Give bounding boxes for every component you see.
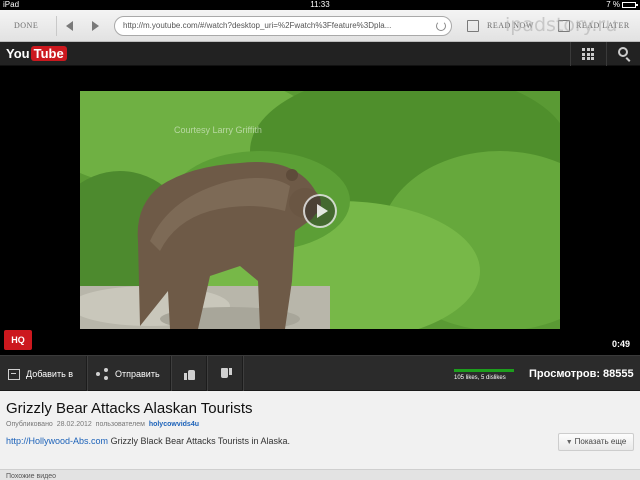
add-to-button[interactable]: Добавить в bbox=[0, 356, 73, 392]
thumbs-up-icon bbox=[184, 368, 196, 380]
battery-percent: 7 % bbox=[606, 0, 620, 9]
view-count: Просмотров: 88555 bbox=[529, 368, 634, 380]
back-arrow-icon[interactable] bbox=[64, 19, 78, 33]
hq-button[interactable]: HQ bbox=[4, 330, 32, 350]
action-divider bbox=[170, 356, 171, 392]
video-title: Grizzly Bear Attacks Alaskan Tourists bbox=[6, 400, 253, 417]
read-now-icon[interactable] bbox=[467, 20, 479, 32]
action-bar: Добавить в Отправить 105 likes, 5 dislik… bbox=[0, 355, 640, 392]
url-field[interactable]: http://m.youtube.com/#/watch?desktop_uri… bbox=[114, 16, 452, 36]
ratings-text: 105 likes, 5 dislikes bbox=[454, 375, 506, 381]
logo-tube-text: Tube bbox=[30, 46, 67, 61]
battery-status: 7 % bbox=[606, 0, 638, 10]
video-info: Grizzly Bear Attacks Alaskan Tourists Оп… bbox=[0, 391, 640, 480]
page: iPad 11:33 7 % DONE http://m.youtube.com… bbox=[0, 0, 640, 480]
action-divider bbox=[206, 356, 207, 392]
published-label: Опубликовано bbox=[6, 421, 53, 428]
share-button[interactable]: Отправить bbox=[88, 356, 160, 392]
video-caption: Courtesy Larry Griffith bbox=[174, 125, 262, 135]
related-videos-title: Похожие видео bbox=[6, 473, 57, 480]
action-divider bbox=[86, 356, 87, 392]
forward-arrow-icon[interactable] bbox=[88, 19, 102, 33]
youtube-logo[interactable]: You Tube bbox=[6, 46, 67, 61]
published-date: 28.02.2012 bbox=[56, 421, 92, 428]
toolbar-divider bbox=[56, 16, 57, 36]
thumbs-down-icon bbox=[220, 368, 232, 380]
play-icon[interactable] bbox=[303, 194, 337, 228]
show-more-label: Показать еще bbox=[574, 437, 627, 446]
video-meta: Опубликовано 28.02.2012 пользователем ho… bbox=[6, 421, 199, 428]
status-bar: iPad 11:33 7 % bbox=[0, 0, 640, 10]
ratings: 105 likes, 5 dislikes bbox=[454, 369, 514, 381]
add-to-label: Добавить в bbox=[26, 369, 74, 379]
by-label: пользователем bbox=[95, 421, 145, 428]
search-icon[interactable] bbox=[618, 47, 628, 57]
chevron-down-icon: ▼ bbox=[565, 439, 573, 446]
description-text: Grizzly Black Bear Attacks Tourists in A… bbox=[110, 436, 290, 446]
dislike-button[interactable] bbox=[212, 356, 232, 392]
author-link[interactable]: holycowvids4u bbox=[149, 421, 199, 428]
show-more-button[interactable]: ▼ Показать еще bbox=[558, 433, 634, 451]
done-button[interactable]: DONE bbox=[14, 21, 38, 30]
share-label: Отправить bbox=[115, 369, 160, 379]
browser-toolbar: DONE http://m.youtube.com/#/watch?deskto… bbox=[0, 10, 640, 42]
video-duration: 0:49 bbox=[611, 339, 630, 349]
header-divider bbox=[606, 42, 607, 66]
header-divider bbox=[570, 42, 571, 66]
like-button[interactable] bbox=[176, 356, 196, 392]
description-link[interactable]: http://Hollywood-Abs.com bbox=[6, 436, 108, 446]
refresh-icon[interactable] bbox=[436, 21, 446, 31]
youtube-header: You Tube bbox=[0, 42, 640, 66]
grid-menu-icon[interactable] bbox=[582, 48, 594, 60]
related-videos-header: Похожие видео bbox=[0, 469, 640, 480]
add-to-icon bbox=[8, 368, 20, 380]
battery-icon bbox=[622, 2, 638, 8]
watermark: ipadstory.ru bbox=[505, 14, 618, 36]
ratings-bar bbox=[454, 369, 514, 372]
video-description: http://Hollywood-Abs.com Grizzly Black B… bbox=[6, 436, 290, 446]
video-player[interactable]: Courtesy Larry Griffith HQ 0:49 bbox=[0, 66, 640, 355]
clock: 11:33 bbox=[310, 0, 330, 9]
action-divider bbox=[242, 356, 243, 392]
share-icon bbox=[96, 368, 109, 380]
url-text: http://m.youtube.com/#/watch?desktop_uri… bbox=[123, 21, 392, 30]
logo-you-text: You bbox=[6, 46, 30, 61]
video-frame[interactable]: Courtesy Larry Griffith bbox=[80, 91, 560, 329]
